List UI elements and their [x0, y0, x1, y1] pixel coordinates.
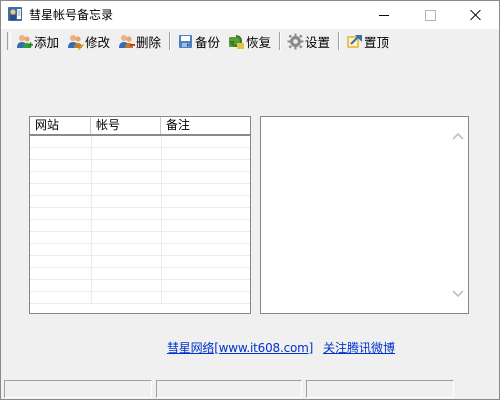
list-gridline-cell	[30, 160, 162, 171]
status-pane-2	[156, 380, 302, 398]
backup-button[interactable]: 备份	[177, 31, 220, 51]
backup-label: 备份	[195, 34, 221, 50]
add-label: 添加	[34, 34, 60, 50]
edit-label: 修改	[85, 34, 111, 50]
list-gridline-cell	[30, 268, 162, 279]
account-list[interactable]: 网站 帐号 备注	[29, 116, 251, 314]
toolbar-grip[interactable]	[7, 32, 11, 50]
chevron-up-icon[interactable]	[452, 131, 464, 143]
title-bar[interactable]: 彗星帐号备忘录	[1, 1, 499, 29]
window-title: 彗星帐号备忘录	[29, 8, 114, 22]
list-gridline-row	[30, 232, 250, 244]
list-gridline-cell	[30, 196, 162, 207]
toolbar-separator	[338, 32, 340, 50]
list-header: 网站 帐号 备注	[30, 117, 250, 136]
list-gridline-row	[30, 280, 250, 292]
list-gridline-row	[30, 148, 250, 160]
toolbar-separator	[279, 32, 281, 50]
list-gridline-row	[30, 160, 250, 172]
status-pane-3	[306, 380, 454, 398]
app-window: 彗星帐号备忘录 添加 修改 删除 备份 恢复 设置 置顶 网站 帐号 备注 彗星…	[0, 0, 500, 400]
list-gridline-row	[30, 292, 250, 304]
restore-icon	[229, 34, 244, 49]
list-gridline-cell	[30, 172, 162, 183]
backup-icon	[179, 34, 192, 48]
list-gridline-row	[30, 220, 250, 232]
status-pane-1	[4, 380, 152, 398]
edit-button[interactable]: 修改	[67, 31, 110, 51]
list-gridline-cell	[30, 220, 162, 231]
gear-icon	[287, 33, 304, 49]
notes-textarea[interactable]	[260, 116, 469, 314]
column-header-account[interactable]: 帐号	[91, 117, 161, 134]
list-gridline-cell	[30, 208, 162, 219]
list-gridline-row	[30, 256, 250, 268]
list-gridline-row	[30, 196, 250, 208]
settings-button[interactable]: 设置	[287, 31, 330, 51]
list-gridline-row	[30, 184, 250, 196]
website-link[interactable]: 彗星网络[www.it608.com]	[167, 339, 313, 356]
list-gridline-row	[30, 136, 250, 148]
settings-label: 设置	[305, 34, 331, 50]
list-gridline-cell	[30, 280, 162, 291]
pin-top-label: 置顶	[364, 34, 390, 50]
list-gridline-cell	[30, 244, 162, 255]
list-body[interactable]	[30, 136, 250, 313]
minimize-icon	[379, 14, 389, 16]
list-gridline-cell	[30, 148, 162, 159]
toolbar-separator	[169, 32, 171, 50]
restore-button[interactable]: 恢复	[228, 31, 271, 51]
delete-label: 删除	[136, 34, 162, 50]
weibo-link[interactable]: 关注腾讯微博	[323, 339, 395, 356]
add-button[interactable]: 添加	[16, 31, 59, 51]
pin-top-button[interactable]: 置顶	[346, 31, 389, 51]
list-gridline-cell	[30, 136, 162, 147]
list-gridline-row	[30, 268, 250, 280]
list-gridline-row	[30, 172, 250, 184]
column-header-website[interactable]: 网站	[30, 117, 91, 134]
app-icon	[8, 7, 22, 21]
minimize-button[interactable]	[361, 1, 407, 29]
list-gridline-cell	[30, 292, 162, 303]
delete-button[interactable]: 删除	[118, 31, 161, 51]
edit-user-icon	[68, 34, 84, 50]
close-icon	[470, 9, 482, 21]
maximize-button[interactable]	[407, 1, 453, 29]
list-gridline-cell	[30, 256, 162, 267]
add-user-icon	[17, 34, 33, 48]
delete-user-icon	[119, 34, 135, 48]
list-gridline-cell	[30, 184, 162, 195]
list-gridline-row	[30, 244, 250, 256]
maximize-icon	[424, 9, 436, 21]
toolbar: 添加 修改 删除 备份 恢复 设置 置顶	[1, 29, 499, 53]
pin-top-icon	[347, 34, 362, 48]
status-bar	[1, 379, 499, 399]
list-gridline-row	[30, 208, 250, 220]
column-header-notes[interactable]: 备注	[161, 117, 250, 134]
list-gridline-cell	[30, 232, 162, 243]
close-button[interactable]	[453, 1, 499, 29]
chevron-down-icon[interactable]	[452, 287, 464, 299]
restore-label: 恢复	[246, 34, 272, 50]
